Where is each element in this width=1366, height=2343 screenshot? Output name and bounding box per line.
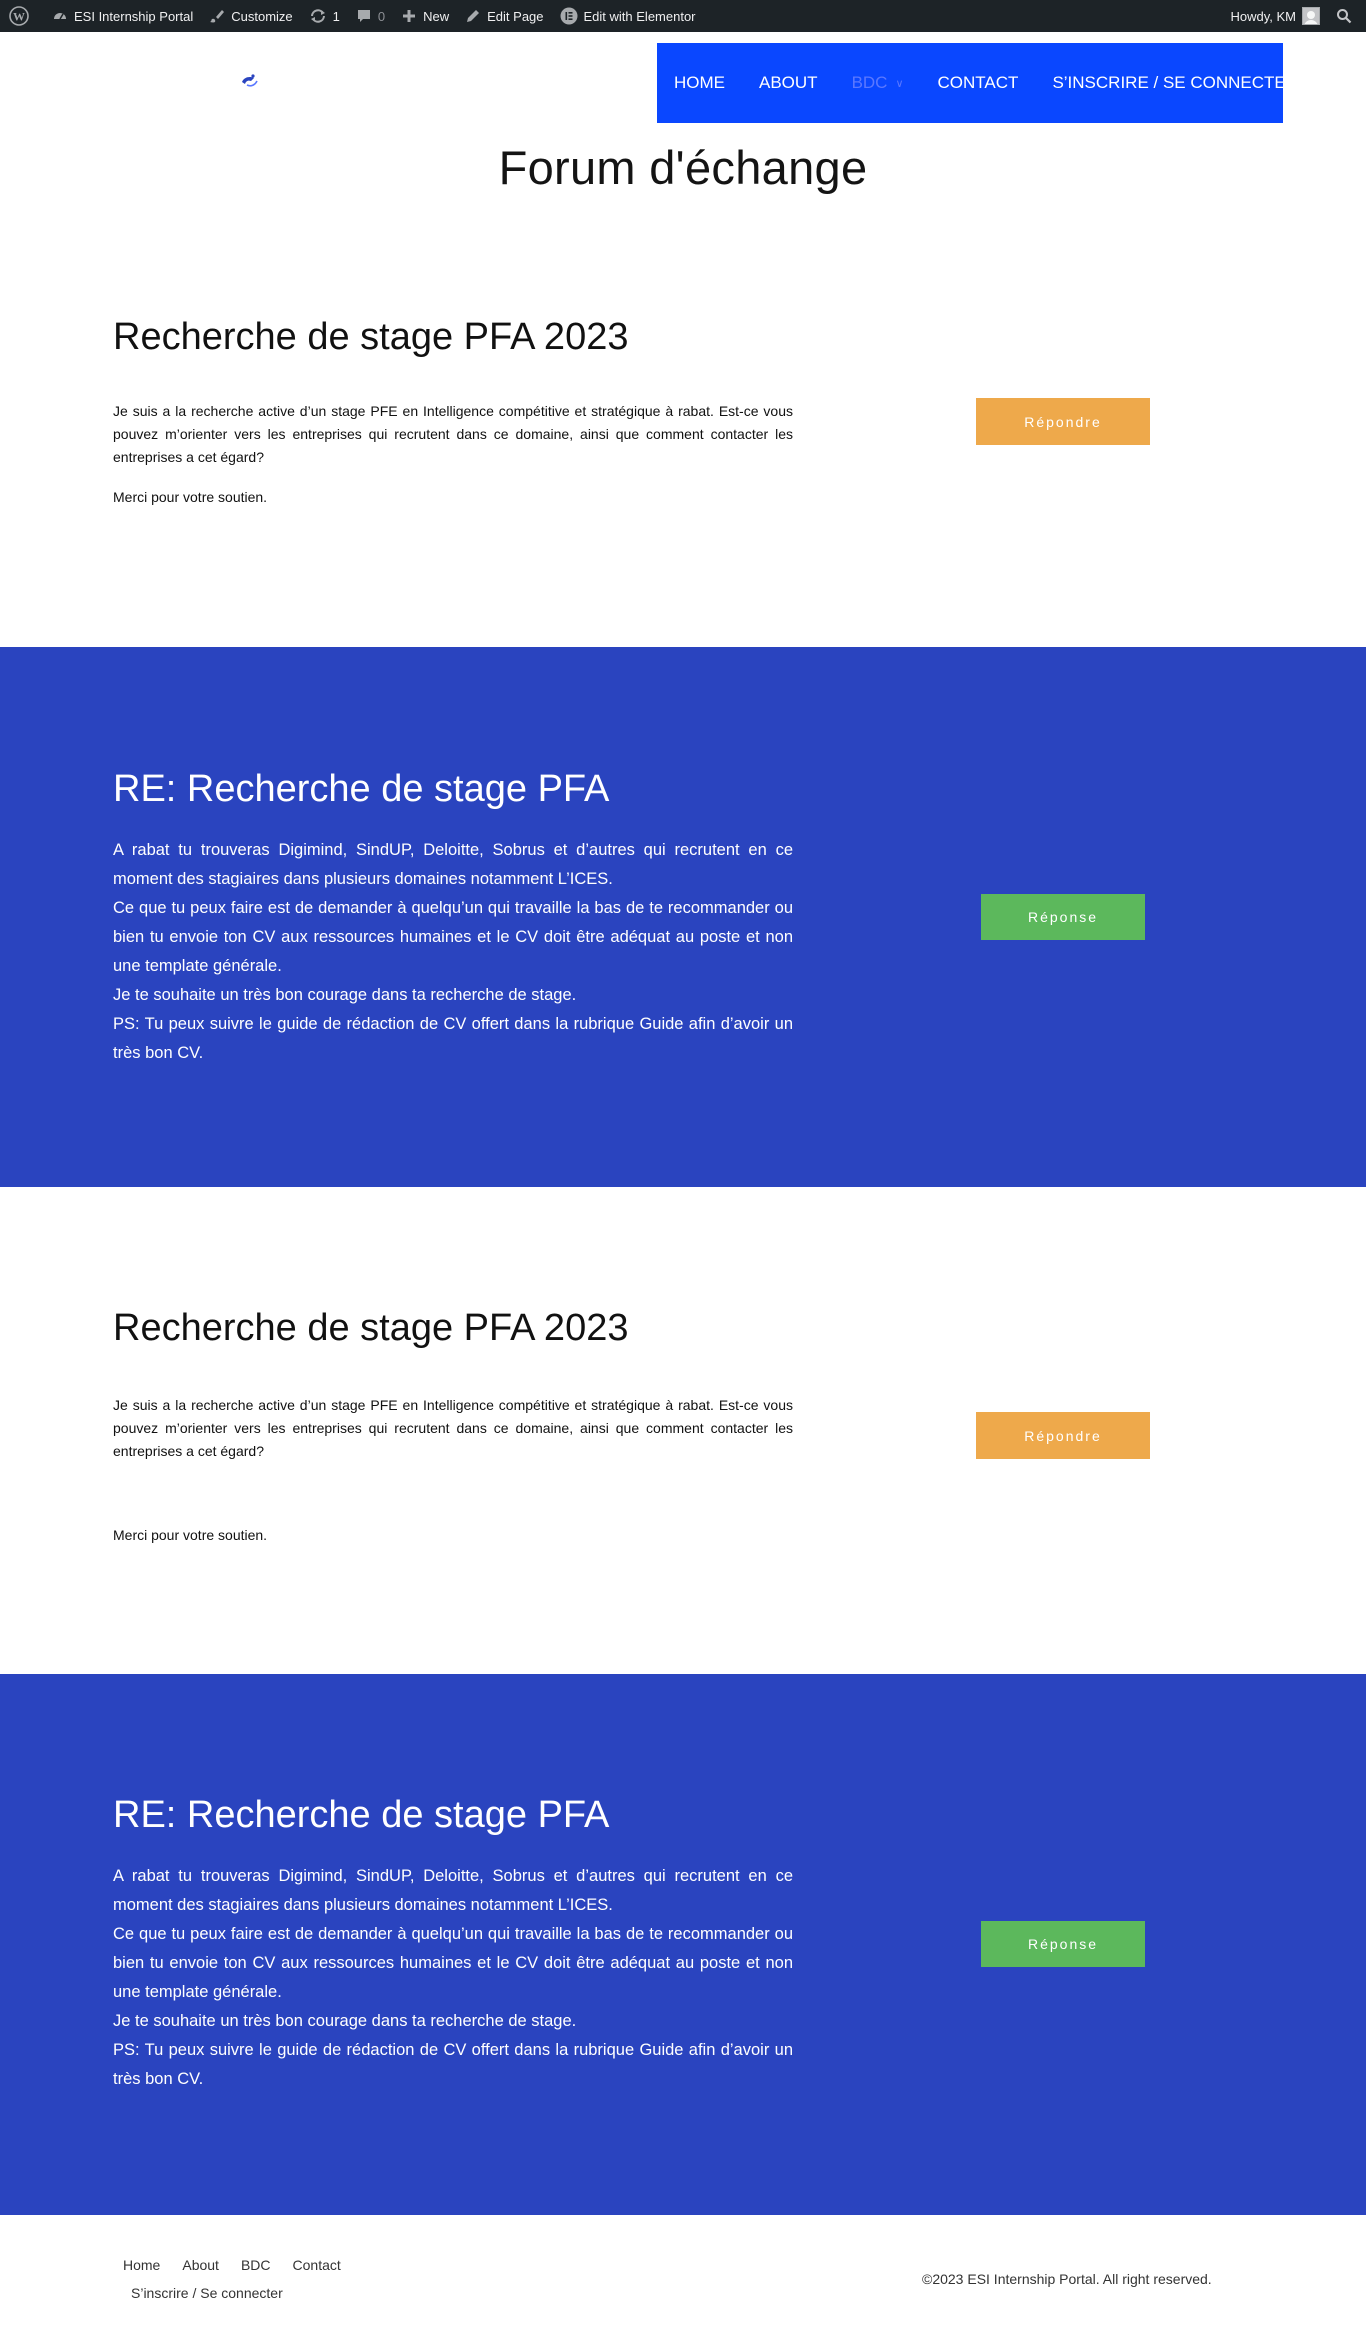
edit-elementor-label: Edit with Elementor: [583, 8, 696, 24]
reply-line: Ce que tu peux faire est de demander à q…: [113, 1925, 793, 2001]
edit-elementor-link[interactable]: Edit with Elementor: [552, 0, 704, 32]
howdy-label: Howdy, KM: [1230, 8, 1297, 24]
updates-link[interactable]: 1: [301, 0, 348, 32]
nav-bdc[interactable]: BDC ∨: [852, 73, 904, 93]
site-logo[interactable]: [238, 72, 260, 90]
reply-line: Je te souhaite un très bon courage dans …: [113, 986, 577, 1004]
reply-body: A rabat tu trouveras Digimind, SindUP, D…: [113, 1862, 793, 2094]
refresh-icon: [310, 9, 325, 23]
answer-button[interactable]: Réponse: [981, 1921, 1145, 1967]
reply-line: PS: Tu peux suivre le guide de rédaction…: [113, 1015, 793, 1062]
post-body: Je suis a la recherche active d’un stage…: [113, 403, 793, 465]
admin-bar: W ESI Internship Portal Customize 1 0 Ne…: [0, 0, 1366, 32]
nav-about[interactable]: ABOUT: [759, 73, 818, 93]
reply-title: RE: Recherche de stage PFA: [113, 768, 610, 810]
footer-link-home[interactable]: Home: [123, 2257, 160, 2273]
admin-search-button[interactable]: [1326, 0, 1366, 32]
user-avatar-icon: [1302, 7, 1320, 25]
site-header: HOME ABOUT BDC ∨ CONTACT S’INSCRIRE / SE…: [0, 32, 1366, 132]
new-label: New: [423, 8, 450, 24]
customize-link[interactable]: Customize: [201, 0, 300, 32]
footer-nav: Home About BDC Contact: [123, 2257, 363, 2273]
account-menu[interactable]: Howdy, KM: [1223, 0, 1327, 32]
edit-page-link[interactable]: Edit Page: [457, 0, 551, 32]
wordpress-menu[interactable]: W: [0, 0, 44, 32]
reply-button[interactable]: Répondre: [976, 1412, 1150, 1459]
plus-icon: [403, 10, 416, 22]
nav-bdc-label: BDC: [851, 73, 888, 92]
reply-body: A rabat tu trouveras Digimind, SindUP, D…: [113, 836, 793, 1068]
reply-line: A rabat tu trouveras Digimind, SindUP, D…: [113, 1867, 793, 1914]
nav-home[interactable]: HOME: [674, 73, 725, 93]
comments-count: 0: [377, 8, 386, 24]
elementor-icon: [560, 7, 578, 25]
forum-post: Recherche de stage PFA 2023 Je suis a la…: [0, 1187, 1366, 1674]
post-signoff: Merci pour votre soutien.: [113, 489, 268, 505]
copyright-text: ©2023 ESI Internship Portal. All right r…: [922, 2271, 1212, 2287]
footer-link-bdc[interactable]: BDC: [241, 2257, 271, 2273]
footer-link-about[interactable]: About: [182, 2257, 219, 2273]
site-logo-icon: [242, 74, 258, 87]
forum-post: Recherche de stage PFA 2023 Je suis a la…: [0, 232, 1366, 647]
brush-icon: [210, 10, 225, 23]
reply-line: Ce que tu peux faire est de demander à q…: [113, 899, 793, 975]
footer-link-contact[interactable]: Contact: [293, 2257, 341, 2273]
reply-title: RE: Recherche de stage PFA: [113, 1794, 610, 1836]
site-name-label: ESI Internship Portal: [74, 8, 194, 24]
site-footer: Home About BDC Contact S’inscrire / Se c…: [0, 2215, 1366, 2343]
pencil-icon: [467, 10, 480, 22]
page-title: Forum d'échange: [498, 141, 868, 194]
new-content-link[interactable]: New: [393, 0, 457, 32]
updates-count: 1: [332, 8, 340, 24]
site-name-link[interactable]: ESI Internship Portal: [44, 0, 201, 32]
dashboard-icon: [54, 13, 66, 20]
reply-line: PS: Tu peux suivre le guide de rédaction…: [113, 2041, 793, 2088]
search-icon: [1337, 9, 1352, 24]
reply-line: Je te souhaite un très bon courage dans …: [113, 2012, 577, 2030]
comment-icon: [357, 10, 370, 22]
post-title: Recherche de stage PFA 2023: [113, 1307, 629, 1349]
post-title: Recherche de stage PFA 2023: [113, 316, 629, 358]
forum-reply: RE: Recherche de stage PFA A rabat tu tr…: [0, 647, 1366, 1187]
main-navigation: HOME ABOUT BDC ∨ CONTACT S’INSCRIRE / SE…: [657, 43, 1298, 123]
comments-link[interactable]: 0: [348, 0, 393, 32]
post-body: Je suis a la recherche active d’un stage…: [113, 1397, 793, 1459]
forum-reply: RE: Recherche de stage PFA A rabat tu tr…: [0, 1674, 1366, 2215]
svg-text:W: W: [13, 10, 25, 24]
reply-line: A rabat tu trouveras Digimind, SindUP, D…: [113, 841, 793, 888]
wordpress-icon: W: [9, 6, 29, 26]
nav-contact[interactable]: CONTACT: [938, 73, 1019, 93]
nav-register-login[interactable]: S’INSCRIRE / SE CONNECTER: [1052, 73, 1298, 93]
edit-page-label: Edit Page: [487, 8, 544, 24]
chevron-down-icon: ∨: [895, 77, 904, 90]
answer-button[interactable]: Réponse: [981, 894, 1145, 940]
post-signoff: Merci pour votre soutien.: [113, 1527, 268, 1543]
reply-button[interactable]: Répondre: [976, 398, 1150, 445]
footer-link-register-login[interactable]: S’inscrire / Se connecter: [131, 2285, 283, 2301]
customize-label: Customize: [231, 8, 293, 24]
